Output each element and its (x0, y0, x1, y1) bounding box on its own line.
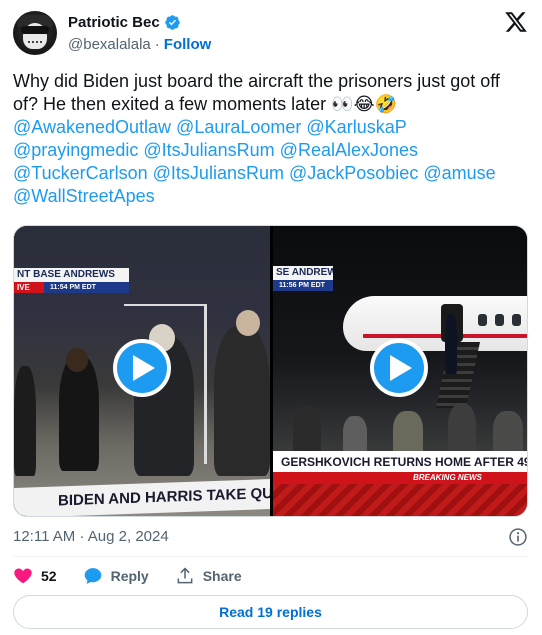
reply-label: Reply (110, 568, 149, 584)
person-silhouette (445, 314, 457, 374)
heart-icon (14, 568, 32, 584)
reply-button[interactable]: Reply (83, 566, 149, 586)
like-button[interactable]: 52 (13, 566, 57, 586)
mention-link[interactable]: @AwakenedOutlaw (13, 117, 171, 137)
person-silhouette (448, 404, 476, 456)
author-handle[interactable]: @bexalalala (68, 36, 151, 53)
author-display-name[interactable]: Patriotic Bec (68, 14, 160, 31)
person-silhouette (293, 406, 321, 456)
play-button[interactable] (370, 339, 428, 397)
mention-link[interactable]: @TuckerCarlson (13, 163, 148, 183)
share-upload-icon (177, 567, 193, 584)
x-logo-icon[interactable] (504, 10, 528, 34)
mention-link[interactable]: @prayingmedic (13, 140, 138, 160)
media-container[interactable]: NT BASE ANDREWS IVE 11:54 PM EDT BIDEN A… (13, 225, 528, 517)
action-bar: 52 Reply Share (13, 565, 268, 587)
mention-link[interactable]: @RealAlexJones (280, 140, 418, 160)
live-badge: IVE (14, 282, 44, 293)
tweet-date: Aug 2, 2024 (87, 528, 169, 545)
video-clip-left[interactable]: NT BASE ANDREWS IVE 11:54 PM EDT BIDEN A… (14, 226, 270, 516)
person-silhouette (393, 411, 423, 456)
jet-window (512, 314, 521, 326)
mention-link[interactable]: @KarluskaP (306, 117, 406, 137)
time-banner: 11:54 PM EDT (44, 282, 129, 293)
headline-banner: GERSHKOVICH RETURNS HOME AFTER 491 DAY D… (273, 451, 527, 473)
divider (13, 556, 528, 557)
jet-window (478, 314, 487, 326)
timestamp-separator: · (79, 528, 85, 545)
mention-link[interactable]: @WallStreetApes (13, 186, 155, 206)
mention-link[interactable]: @JackPosobiec (289, 163, 418, 183)
person-silhouette (59, 356, 99, 471)
verified-badge-icon (164, 15, 180, 30)
tweet-timestamp[interactable]: 12:11 AM · Aug 2, 2024 (13, 528, 169, 545)
person-silhouette (493, 411, 523, 456)
breaking-news-banner: BREAKING NEWS (273, 472, 527, 484)
location-banner: SE ANDREWS (273, 266, 333, 280)
share-label: Share (202, 568, 242, 584)
read-replies-button[interactable]: Read 19 replies (13, 595, 528, 629)
tweet-body: Why did Biden just board the aircraft th… (13, 71, 500, 114)
location-banner: NT BASE ANDREWS (14, 268, 129, 282)
avatar[interactable] (13, 11, 57, 55)
info-icon[interactable] (508, 527, 528, 547)
mention-link[interactable]: @amuse (423, 163, 495, 183)
ticker-stripes (273, 484, 527, 516)
share-button[interactable]: Share (175, 566, 242, 586)
tweet-text: Why did Biden just board the aircraft th… (13, 70, 528, 208)
author-handle-row: @bexalalala · Follow (68, 36, 211, 53)
play-icon (133, 355, 155, 381)
monitor-frame-line (204, 304, 207, 464)
person-head (66, 348, 88, 372)
tweet-time: 12:11 AM (13, 528, 76, 545)
monitor-frame-line (124, 304, 206, 306)
author-name-row: Patriotic Bec (68, 14, 181, 31)
video-clip-right[interactable]: SE ANDREWS 11:56 PM EDT GERSHKOVICH RETU… (273, 226, 527, 516)
lower-third-caption: BIDEN AND HARRIS TAKE QUESTIO (14, 479, 270, 516)
jet-stairs (435, 342, 481, 408)
play-button[interactable] (113, 339, 171, 397)
avatar-jaw-shape (28, 41, 42, 48)
mention-link[interactable]: @LauraLoomer (176, 117, 301, 137)
play-icon (390, 355, 412, 381)
mention-link[interactable]: @ItsJuliansRum (153, 163, 284, 183)
person-silhouette (214, 326, 270, 476)
follow-button[interactable]: Follow (164, 36, 212, 53)
person-silhouette (343, 416, 367, 456)
person-head (236, 310, 260, 336)
mention-link[interactable]: @ItsJuliansRum (143, 140, 274, 160)
time-banner: 11:56 PM EDT (273, 280, 333, 291)
like-count: 52 (41, 568, 57, 584)
reply-bubble-icon (84, 568, 101, 584)
avatar-visor-shape (21, 26, 49, 34)
jet-window (495, 314, 504, 326)
person-silhouette (14, 366, 36, 476)
handle-separator: · (154, 36, 160, 53)
